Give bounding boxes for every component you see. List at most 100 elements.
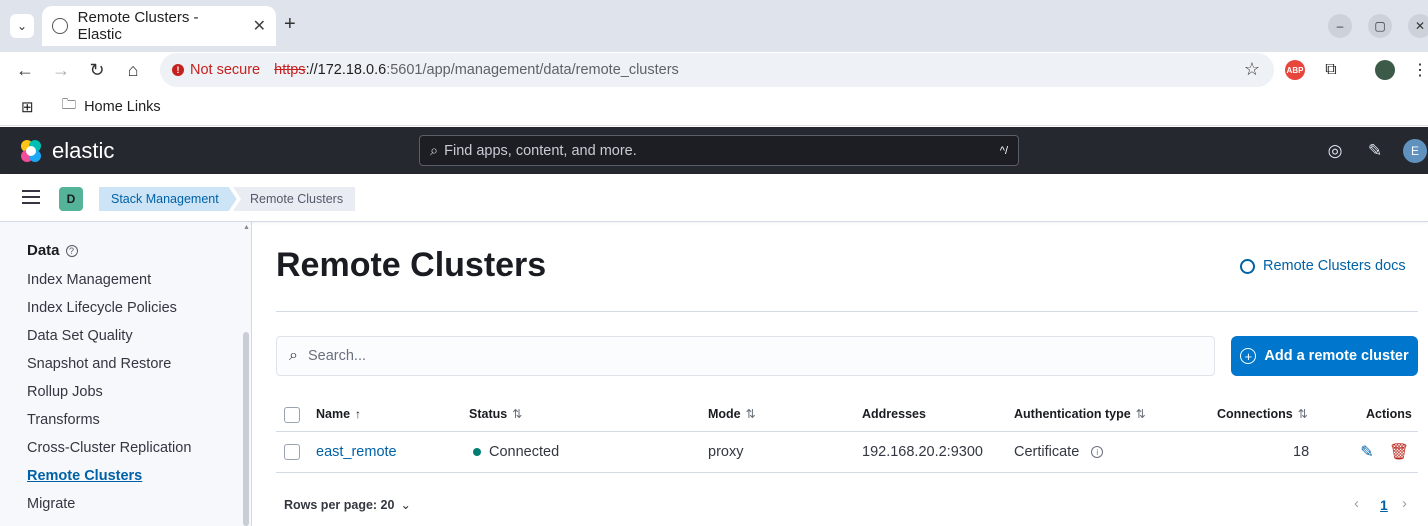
- column-auth-type[interactable]: Authentication type ⇅: [1014, 407, 1146, 421]
- sidebar-item-index-management[interactable]: Index Management: [27, 272, 151, 288]
- plus-circle-icon: +: [1240, 348, 1257, 364]
- search-shortcut: ^/: [999, 144, 1008, 157]
- logo-text: elastic: [52, 138, 115, 163]
- browser-toolbar: ← → ↻ ⌂ ! Not secure https://172.18.0.6:…: [0, 52, 1428, 88]
- maximize-icon[interactable]: ▢: [1368, 14, 1392, 38]
- sidebar-item-index-lifecycle-policies[interactable]: Index Lifecycle Policies: [27, 300, 177, 316]
- sidebar-scrollbar[interactable]: [243, 332, 249, 526]
- global-search[interactable]: ⌕ Find apps, content, and more. ^/: [419, 135, 1019, 166]
- user-avatar[interactable]: E: [1403, 139, 1427, 163]
- breadcrumb-remote-clusters: Remote Clusters: [233, 187, 356, 211]
- adblock-extension-icon[interactable]: ABP: [1285, 60, 1305, 80]
- row-checkbox[interactable]: [284, 444, 300, 460]
- help-question-icon[interactable]: ?: [65, 244, 78, 257]
- new-tab-icon[interactable]: +: [284, 13, 296, 36]
- home-icon[interactable]: ⌂: [121, 58, 145, 82]
- browser-tabbar: ⌄ Remote Clusters - Elastic ✕ + – ▢ ✕: [0, 0, 1428, 52]
- sidebar-section-title: Data: [27, 242, 60, 259]
- minimize-icon[interactable]: –: [1328, 14, 1352, 38]
- breadcrumb-bar: D Stack Management Remote Clusters: [0, 174, 1428, 222]
- url-host: ://172.18.0.6: [305, 62, 387, 78]
- next-page-icon[interactable]: ›: [1402, 495, 1407, 512]
- menu-icon[interactable]: [22, 190, 40, 204]
- column-mode[interactable]: Mode ⇅: [708, 407, 756, 421]
- column-connections[interactable]: Connections ⇅: [1217, 407, 1308, 421]
- add-button-label: Add a remote cluster: [1264, 348, 1409, 364]
- bookmark-folder-label: Home Links: [84, 98, 161, 115]
- search-input[interactable]: [307, 348, 1188, 364]
- browser-tab[interactable]: Remote Clusters - Elastic ✕: [42, 6, 276, 46]
- page-title: Remote Clusters: [276, 246, 547, 284]
- bookmark-star-icon[interactable]: ☆: [1244, 59, 1260, 80]
- security-indicator[interactable]: ! Not secure: [172, 62, 260, 78]
- info-icon[interactable]: i: [1091, 446, 1104, 458]
- connections-cell: 18: [1293, 444, 1310, 460]
- help-lifebuoy-icon[interactable]: ◎: [1324, 140, 1346, 162]
- sidebar-section-data: Data ?: [27, 242, 78, 259]
- sort-icon: ⇅: [512, 407, 523, 421]
- profile-avatar[interactable]: [1375, 60, 1395, 80]
- rows-per-page-label: Rows per page: 20: [284, 497, 395, 512]
- sidebar-item-remote-clusters[interactable]: Remote Clusters: [27, 468, 142, 484]
- forward-icon[interactable]: →: [49, 58, 73, 82]
- add-remote-cluster-button[interactable]: + Add a remote cluster: [1231, 336, 1418, 376]
- scroll-up-arrow-icon[interactable]: ▲: [243, 224, 250, 231]
- cluster-name-link[interactable]: east_remote: [316, 444, 397, 460]
- bookmarks-bar: ⊞ 🗀 Home Links: [0, 88, 1428, 126]
- space-avatar[interactable]: D: [59, 187, 83, 211]
- column-mode-label: Mode: [708, 407, 741, 421]
- edit-pencil-icon[interactable]: ✎: [1358, 443, 1376, 461]
- tab-search-chevron-icon[interactable]: ⌄: [10, 14, 34, 38]
- security-label: Not secure: [190, 62, 261, 78]
- previous-page-icon[interactable]: ‹: [1354, 495, 1359, 512]
- column-name[interactable]: Name ↑: [316, 407, 361, 421]
- global-search-placeholder: Find apps, content, and more.: [444, 142, 637, 159]
- browser-menu-icon[interactable]: ⋮: [1410, 60, 1428, 80]
- rows-per-page-selector[interactable]: Rows per page: 20 ⌄: [284, 497, 411, 513]
- search-icon: ⌕: [289, 347, 298, 364]
- column-auth-label: Authentication type: [1014, 407, 1131, 421]
- column-addresses-label: Addresses: [862, 407, 926, 421]
- sidebar-item-transforms[interactable]: Transforms: [27, 412, 100, 428]
- sort-icon: ⇅: [745, 407, 756, 421]
- sidebar-item-snapshot-and-restore[interactable]: Snapshot and Restore: [27, 356, 171, 372]
- column-connections-label: Connections: [1217, 407, 1293, 421]
- elastic-logo[interactable]: elastic: [18, 138, 114, 164]
- sort-ascending-icon: ↑: [355, 407, 362, 421]
- column-addresses: Addresses: [862, 407, 926, 421]
- status-cell: Connected: [473, 444, 559, 460]
- auth-text: Certificate: [1014, 444, 1080, 460]
- delete-trash-icon[interactable]: 🗑: [1389, 443, 1409, 461]
- close-window-icon[interactable]: ✕: [1408, 14, 1428, 38]
- mode-cell: proxy: [708, 444, 744, 460]
- address-bar[interactable]: ! Not secure https://172.18.0.6:5601/app…: [160, 53, 1274, 87]
- folder-icon: 🗀: [61, 97, 77, 113]
- bookmark-folder[interactable]: 🗀 Home Links: [62, 94, 161, 119]
- close-tab-icon[interactable]: ✕: [253, 16, 266, 36]
- sidebar-item-rollup-jobs[interactable]: Rollup Jobs: [27, 384, 103, 400]
- news-feed-icon[interactable]: ✎: [1364, 140, 1386, 162]
- auth-cell: Certificate i: [1014, 444, 1104, 460]
- status-text: Connected: [489, 444, 560, 460]
- breadcrumb-stack-management[interactable]: Stack Management: [99, 187, 237, 211]
- table-search[interactable]: ⌕: [276, 336, 1215, 376]
- url-scheme: https: [274, 62, 306, 78]
- sidebar-item-cross-cluster-replication[interactable]: Cross-Cluster Replication: [27, 440, 191, 456]
- column-actions: Actions: [1366, 407, 1412, 421]
- select-all-checkbox[interactable]: [284, 407, 300, 423]
- sidebar-item-data-set-quality[interactable]: Data Set Quality: [27, 328, 133, 344]
- extensions-puzzle-icon[interactable]: ⧉: [1321, 60, 1341, 80]
- sidebar-item-migrate[interactable]: Migrate: [27, 496, 75, 512]
- docs-link[interactable]: Remote Clusters docs: [1240, 258, 1406, 274]
- url-path: :5601/app/management/data/remote_cluster…: [386, 62, 679, 78]
- lifebuoy-icon: [1240, 258, 1255, 274]
- page-number[interactable]: 1: [1380, 497, 1388, 513]
- apps-grid-icon[interactable]: ⊞: [21, 98, 34, 116]
- tab-title: Remote Clusters - Elastic: [77, 9, 199, 43]
- reload-icon[interactable]: ↻: [85, 58, 109, 82]
- column-status[interactable]: Status ⇅: [469, 407, 522, 421]
- row-divider: [276, 472, 1418, 473]
- back-icon[interactable]: ←: [13, 58, 37, 82]
- column-actions-label: Actions: [1366, 407, 1412, 421]
- column-status-label: Status: [469, 407, 508, 421]
